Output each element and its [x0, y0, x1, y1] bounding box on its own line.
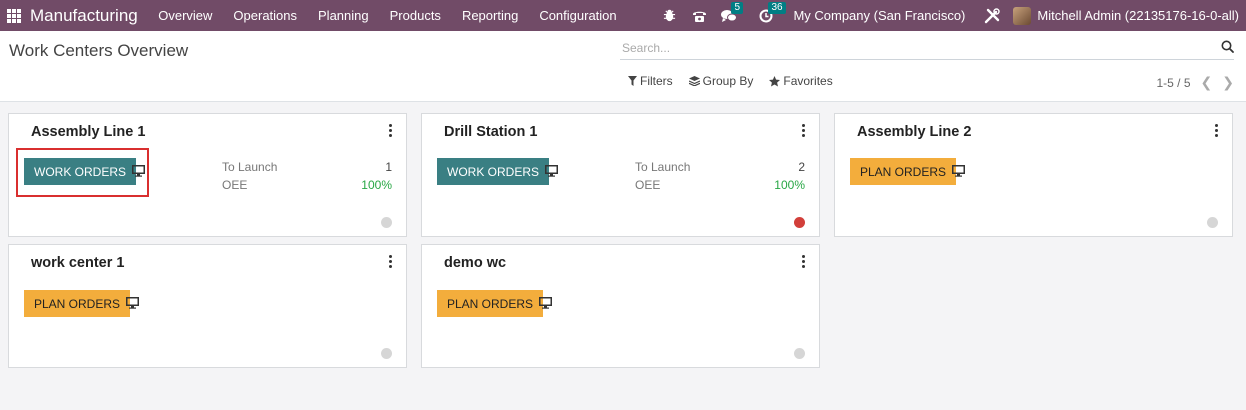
messages-count-badge: 5	[731, 1, 743, 14]
group-by-button[interactable]: Group By	[688, 74, 754, 88]
layers-icon	[688, 76, 700, 86]
work-orders-button[interactable]: WORK ORDERS	[24, 158, 137, 185]
card-menu-icon[interactable]	[389, 124, 392, 137]
to-launch-label: To Launch	[222, 160, 278, 174]
status-indicator[interactable]	[381, 217, 392, 228]
filters-button[interactable]: Filters	[628, 74, 673, 88]
to-launch-value[interactable]: 1	[352, 160, 392, 174]
workcenter-card-drill-station-1[interactable]: Drill Station 1 WORK ORDERS To Launch 2 …	[421, 113, 820, 237]
control-panel: Work Centers Overview Filters Group By F…	[0, 31, 1246, 102]
workcenter-name: work center 1	[31, 255, 125, 271]
workcenter-card-assembly-line-1[interactable]: Assembly Line 1 WORK ORDERS To Launch 1 …	[8, 113, 407, 237]
user-avatar[interactable]	[1013, 6, 1032, 25]
monitor-icon[interactable]	[539, 297, 552, 312]
favorites-label: Favorites	[783, 74, 833, 88]
workcenter-name: Drill Station 1	[444, 124, 538, 140]
oee-label: OEE	[222, 178, 248, 192]
card-menu-icon[interactable]	[1215, 124, 1218, 137]
work-orders-button[interactable]: WORK ORDERS	[437, 158, 550, 185]
menu-operations[interactable]: Operations	[223, 8, 308, 23]
bug-icon[interactable]	[659, 6, 679, 26]
plan-orders-button[interactable]: PLAN ORDERS	[437, 290, 544, 317]
menu-products[interactable]: Products	[379, 8, 451, 23]
search-bar	[620, 38, 1234, 60]
search-input[interactable]	[620, 38, 1210, 58]
favorites-button[interactable]: Favorites	[769, 74, 833, 88]
menu-planning[interactable]: Planning	[308, 8, 380, 23]
monitor-icon[interactable]	[132, 165, 145, 180]
pager-value[interactable]: 1-5 / 5	[1157, 76, 1191, 90]
monitor-icon[interactable]	[126, 297, 139, 312]
card-menu-icon[interactable]	[802, 255, 805, 268]
activities-clock-icon[interactable]: 36	[756, 1, 786, 26]
plan-orders-button[interactable]: PLAN ORDERS	[24, 290, 131, 317]
apps-menu-icon[interactable]	[7, 8, 21, 23]
menu-overview[interactable]: Overview	[148, 8, 223, 23]
oee-label: OEE	[635, 178, 661, 192]
workcenter-name: demo wc	[444, 255, 507, 271]
monitor-icon[interactable]	[545, 165, 558, 180]
workcenter-card-assembly-line-2[interactable]: Assembly Line 2 PLAN ORDERS	[834, 113, 1233, 237]
search-options: Filters Group By Favorites	[628, 74, 833, 88]
workcenter-name: Assembly Line 1	[31, 124, 146, 140]
navbar-systray: 5 36 My Company (San Francisco) Mitchell…	[654, 0, 1246, 31]
pager: 1-5 / 5 ❮ ❯	[1157, 74, 1235, 91]
status-indicator[interactable]	[1207, 217, 1218, 228]
tools-icon[interactable]	[982, 6, 1002, 26]
page-title: Work Centers Overview	[9, 41, 189, 60]
messages-icon[interactable]: 5	[719, 1, 743, 26]
plan-orders-button[interactable]: PLAN ORDERS	[850, 158, 957, 185]
app-name[interactable]: Manufacturing	[30, 6, 138, 26]
card-menu-icon[interactable]	[802, 124, 805, 137]
group-by-label: Group By	[702, 74, 754, 88]
phone-icon[interactable]	[689, 6, 709, 26]
status-indicator[interactable]	[794, 217, 805, 228]
monitor-icon[interactable]	[952, 165, 965, 180]
workcenter-name: Assembly Line 2	[857, 124, 972, 140]
to-launch-label: To Launch	[635, 160, 691, 174]
pager-previous-icon[interactable]: ❮	[1201, 74, 1213, 91]
star-icon	[769, 75, 781, 86]
search-icon[interactable]	[1221, 40, 1234, 56]
company-switcher[interactable]: My Company (San Francisco)	[793, 8, 965, 23]
activities-count-badge: 36	[768, 1, 786, 14]
status-indicator[interactable]	[381, 348, 392, 359]
oee-value[interactable]: 100%	[765, 178, 805, 192]
card-menu-icon[interactable]	[389, 255, 392, 268]
workcenter-card-work-center-1[interactable]: work center 1 PLAN ORDERS	[8, 244, 407, 368]
pager-next-icon[interactable]: ❯	[1222, 74, 1234, 91]
filters-label: Filters	[640, 74, 673, 88]
to-launch-value[interactable]: 2	[765, 160, 805, 174]
status-indicator[interactable]	[794, 348, 805, 359]
oee-value[interactable]: 100%	[352, 178, 392, 192]
filter-icon	[628, 76, 637, 86]
top-navbar: Manufacturing Overview Operations Planni…	[0, 0, 1246, 31]
menu-configuration[interactable]: Configuration	[529, 8, 627, 23]
menu-reporting[interactable]: Reporting	[451, 8, 528, 23]
workcenter-card-demo-wc[interactable]: demo wc PLAN ORDERS	[421, 244, 820, 368]
user-menu[interactable]: Mitchell Admin (22135176-16-0-all)	[1037, 8, 1239, 23]
